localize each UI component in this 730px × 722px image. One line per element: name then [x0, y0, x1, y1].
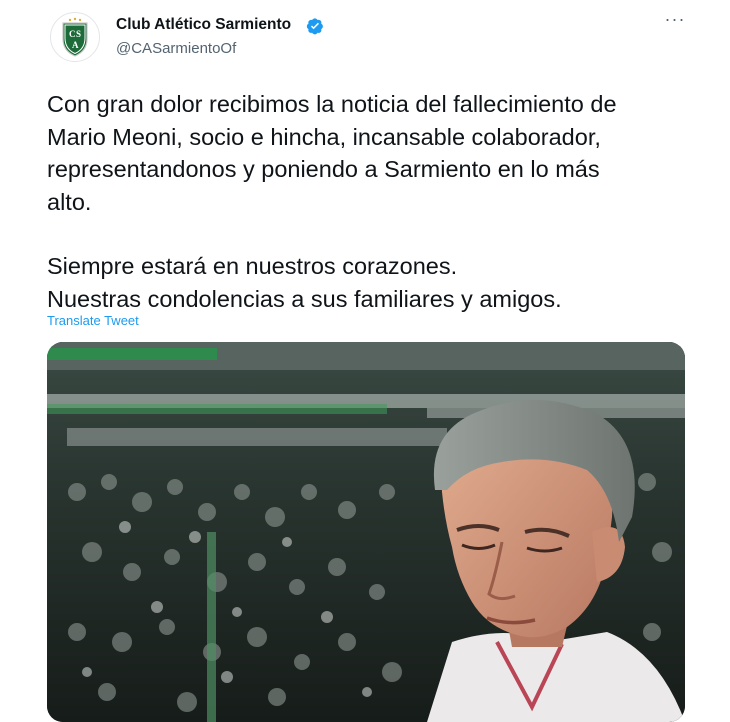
- svg-text:C: C: [69, 29, 76, 39]
- avatar[interactable]: C S A: [50, 12, 100, 62]
- photo-image: [47, 342, 685, 722]
- svg-text:S: S: [76, 29, 81, 39]
- tweet-line: Siempre estará en nuestros corazones.: [47, 253, 458, 279]
- tweet-line: alto.: [47, 188, 92, 215]
- club-crest-icon: C S A: [62, 17, 88, 57]
- svg-text:A: A: [72, 40, 79, 50]
- tweet-paragraph-2: Siempre estará en nuestros corazones. Nu…: [47, 250, 697, 315]
- verified-badge-icon: [306, 18, 323, 35]
- more-options-button[interactable]: ···: [662, 9, 688, 32]
- tweet-line: Mario Meoni, socio e hincha, incansable …: [47, 123, 601, 150]
- tweet-paragraph-1: Con gran dolor recibimos la noticia del …: [47, 88, 697, 218]
- tweet-photo[interactable]: [47, 342, 685, 722]
- translate-tweet-link[interactable]: Translate Tweet: [47, 313, 139, 328]
- more-options-icon: ···: [664, 9, 686, 29]
- author-name[interactable]: Club Atlético Sarmiento: [116, 16, 291, 34]
- tweet-card: C S A Club Atlético Sarmiento @CASarmien…: [0, 0, 730, 722]
- author-handle[interactable]: @CASarmientoOf: [116, 40, 236, 57]
- tweet-line: representandonos y poniendo a Sarmiento …: [47, 156, 600, 182]
- tweet-line: Con gran dolor recibimos la noticia del …: [47, 91, 617, 117]
- tweet-line: Nuestras condolencias a sus familiares y…: [47, 285, 562, 312]
- tweet-text: Con gran dolor recibimos la noticia del …: [47, 88, 697, 315]
